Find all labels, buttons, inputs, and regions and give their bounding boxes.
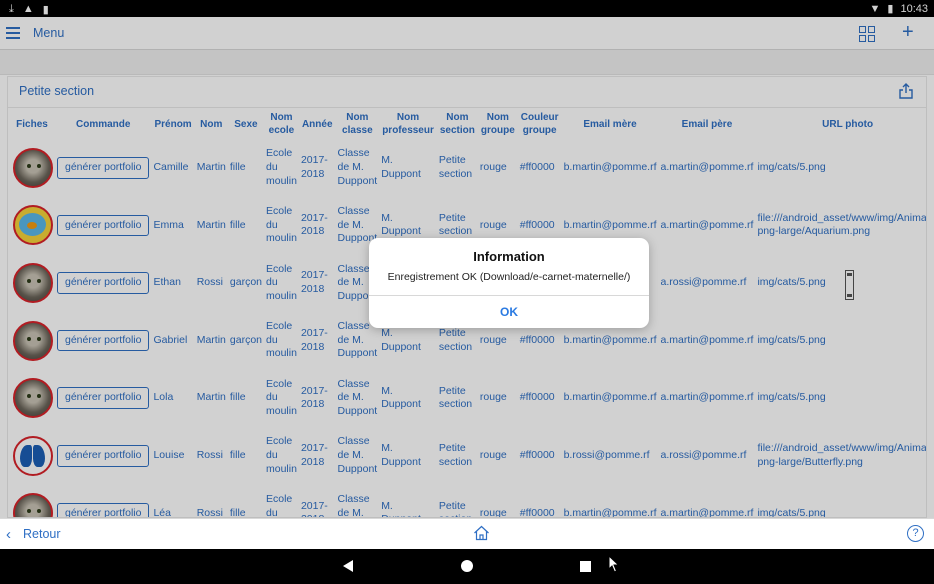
mouse-cursor-icon [608, 555, 620, 573]
android-nav-bar [0, 549, 934, 584]
nav-recents-icon[interactable] [580, 561, 591, 572]
help-icon[interactable]: ? [907, 525, 924, 542]
ok-button[interactable]: OK [369, 296, 649, 328]
back-button[interactable]: Retour [23, 527, 61, 541]
dialog-message: Enregistrement OK (Download/e-carnet-mat… [387, 271, 631, 283]
chevron-left-icon[interactable]: ‹ [6, 526, 11, 543]
bottom-bar: ‹ Retour ? [0, 518, 934, 549]
dialog-title: Information [473, 249, 545, 264]
info-dialog: Information Enregistrement OK (Download/… [369, 238, 649, 328]
nav-back-icon[interactable] [343, 560, 353, 572]
home-icon[interactable] [473, 525, 490, 541]
nav-home-icon[interactable] [461, 560, 473, 572]
